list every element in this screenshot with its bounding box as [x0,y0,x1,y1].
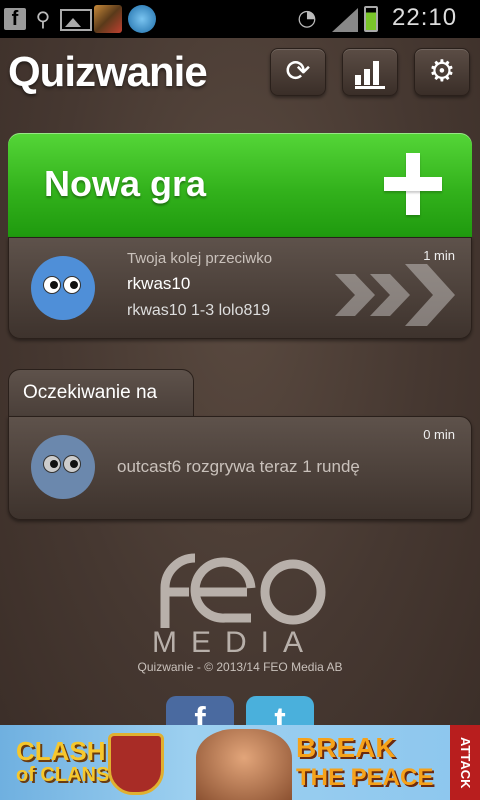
avatar [31,256,95,320]
ad-side-label: ATTACK [450,725,480,800]
plus-icon [384,153,442,215]
status-bar: f ⚲ ◔ 22:10 [0,0,480,38]
ad-headline: BREAK THE PEACE [296,732,434,792]
turn-caption: Twoja kolej przeciwko [127,250,273,267]
logo-media-text: MEDIA [152,626,318,659]
feo-media-logo [160,553,326,628]
stats-button[interactable] [342,48,398,96]
shield-icon [108,733,164,795]
new-game-button[interactable]: Nowa gra [8,133,472,237]
waiting-section-label: Oczekiwanie na [23,382,158,403]
game-card-waiting[interactable]: outcast6 rozgrywa teraz 1 rundę 0 min [8,416,472,520]
waiting-section-tab: Oczekiwanie na [8,369,194,417]
battery-charging-icon [364,6,378,32]
app-icon [94,5,122,33]
copyright-text: Quizwanie - © 2013/14 FEO Media AB [137,660,343,674]
usb-icon: ⚲ [35,7,51,31]
wifi-icon: ◔ [297,6,317,31]
ad-character-image [196,729,292,800]
signal-icon [330,6,358,32]
app-title: Quizwanie [8,48,208,95]
gallery-icon [60,9,92,31]
chevron-right-icon [335,264,455,326]
app-icon [128,5,156,33]
avatar [31,435,95,499]
game-card-your-turn[interactable]: Twoja kolej przeciwko rkwas10 rkwas10 1-… [8,237,472,339]
stats-icon [355,61,385,89]
ad-banner[interactable]: CLASH of CLANS BREAK THE PEACE ATTACK [0,725,480,800]
clock: 22:10 [392,4,458,31]
settings-button[interactable]: ⚙ [414,48,470,96]
refresh-button[interactable]: ⟳ [270,48,326,96]
gear-icon: ⚙ [428,54,456,89]
new-game-label: Nowa gra [44,163,207,204]
refresh-icon: ⟳ [285,54,311,89]
game-time: 0 min [423,427,455,442]
game-time: 1 min [423,248,455,263]
opponent-name: rkwas10 [127,274,191,293]
app-header: Quizwanie ⟳ ⚙ [0,38,480,108]
facebook-icon: f [4,8,26,30]
waiting-status: outcast6 rozgrywa teraz 1 rundę [117,457,360,476]
game-score: rkwas10 1-3 lolo819 [127,302,271,319]
ad-game-logo: CLASH of CLANS [16,736,110,786]
